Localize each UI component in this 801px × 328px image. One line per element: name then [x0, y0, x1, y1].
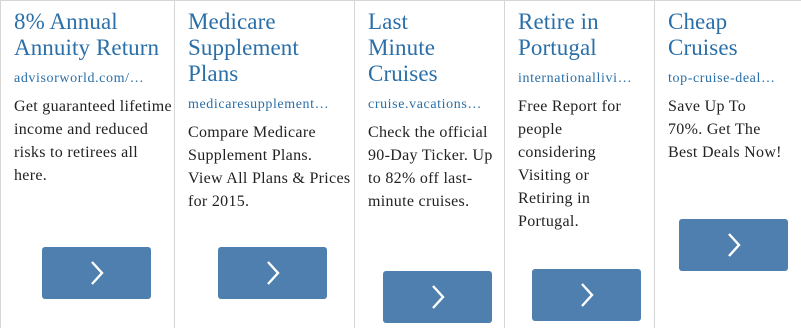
chevron-right-icon [580, 283, 594, 307]
ad-title-link[interactable]: Cheap Cruises [655, 9, 775, 61]
ad-go-button[interactable] [42, 247, 151, 299]
ad-description: Get guaranteed lifetime income and reduc… [14, 98, 172, 184]
ad-go-button[interactable] [383, 271, 492, 323]
ad-description: Check the official 90-Day Ticker. Up to … [368, 124, 493, 210]
ad-url-link[interactable]: medicaresupplement… [175, 97, 347, 113]
ad-title-link[interactable]: Retire in Portugal [505, 9, 645, 61]
ad-description: Free Report for people considering Visit… [518, 98, 622, 230]
ad-title-link[interactable]: Medicare Supplement Plans [175, 9, 335, 87]
ad-description: Save Up To 70%. Get The Best Deals Now! [668, 98, 782, 161]
ad-description: Compare Medicare Supplement Plans. View … [188, 124, 351, 210]
ad-url-link[interactable]: internationallivi… [505, 71, 650, 87]
ad-title-link[interactable]: Last Minute Cruises [355, 9, 465, 87]
ad-unit: Cheap Cruises top-cruise-deal… Save Up T… [654, 1, 801, 328]
ad-strip: 8% Annual Annuity Return advisorworld.co… [0, 0, 801, 328]
ad-unit: Retire in Portugal internationallivi… Fr… [504, 1, 655, 328]
ad-unit: Medicare Supplement Plans medicaresupple… [174, 1, 355, 328]
ad-go-button[interactable] [679, 219, 788, 271]
chevron-right-icon [431, 285, 445, 309]
ad-url-link[interactable]: cruise.vacations… [355, 97, 500, 113]
chevron-right-icon [266, 261, 280, 285]
ad-url-link[interactable]: advisorworld.com/… [1, 71, 171, 87]
ad-go-button[interactable] [532, 269, 641, 321]
ad-title-link[interactable]: 8% Annual Annuity Return [1, 9, 166, 61]
ad-unit: 8% Annual Annuity Return advisorworld.co… [0, 1, 179, 328]
ad-go-button[interactable] [218, 247, 327, 299]
ad-url-link[interactable]: top-cruise-deal… [655, 71, 795, 87]
chevron-right-icon [727, 233, 741, 257]
ad-unit: Last Minute Cruises cruise.vacations… Ch… [354, 1, 505, 328]
chevron-right-icon [90, 261, 104, 285]
